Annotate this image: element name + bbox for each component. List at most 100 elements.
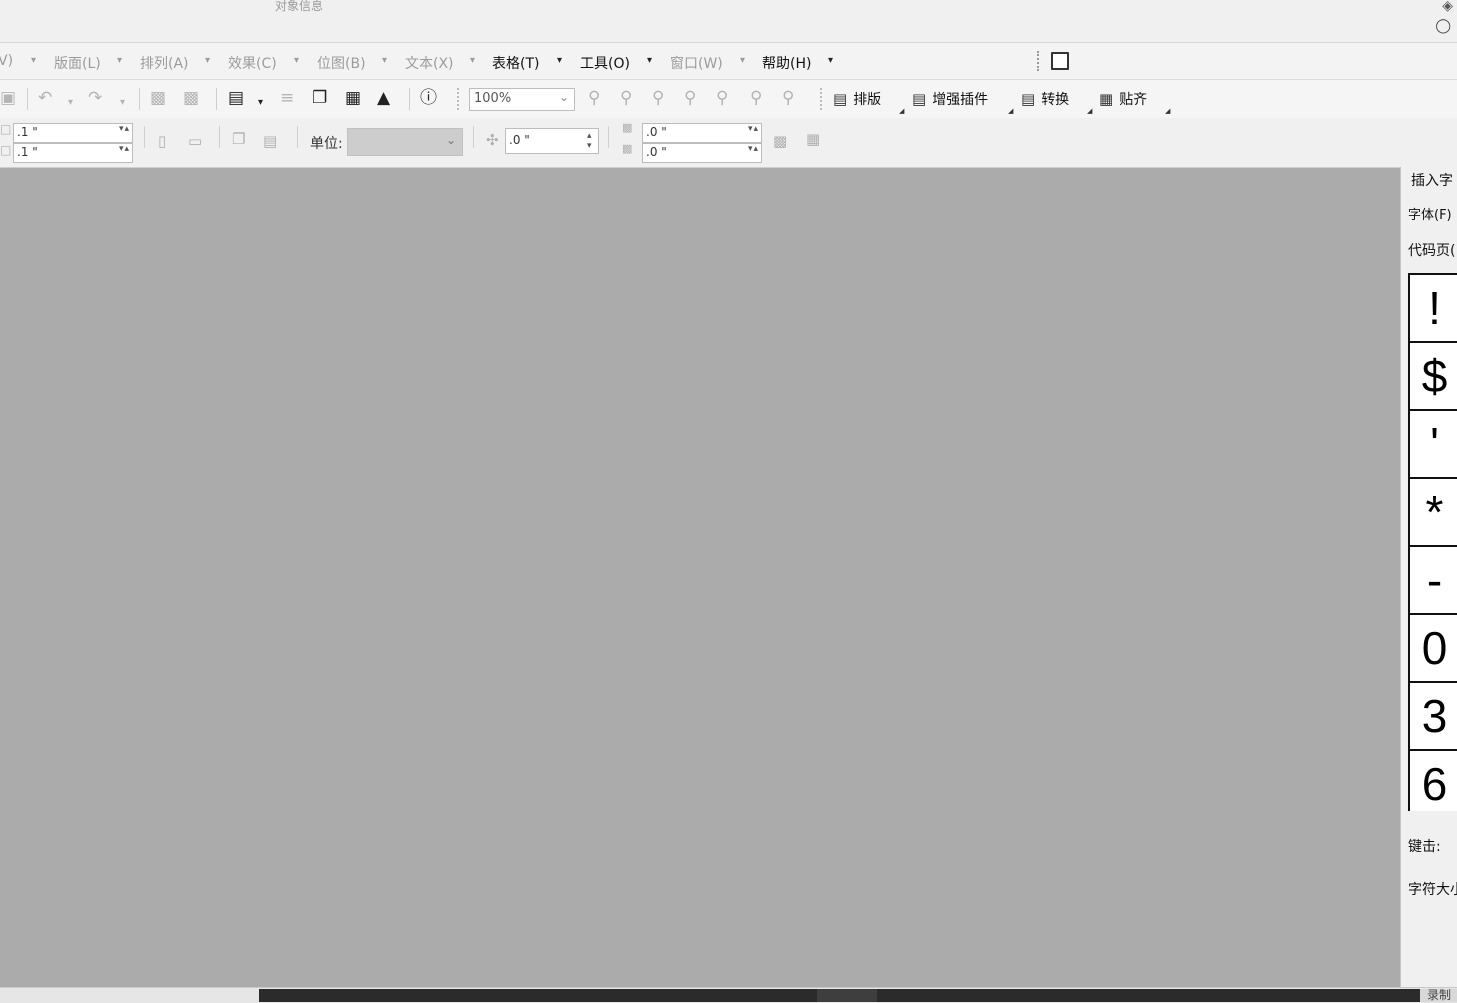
portrait-icon[interactable]: ▯ — [158, 132, 166, 150]
toolbar-separator — [139, 88, 140, 110]
align-icon[interactable]: ≡ — [280, 89, 294, 107]
nudge-spinner-icon[interactable]: ▴ ▾ — [587, 131, 596, 151]
zoom-height-icon[interactable]: ⚲ — [782, 89, 794, 107]
paste-icon[interactable]: ▣ — [0, 89, 16, 107]
enhanced-plugin-label: 增强插件 — [932, 92, 989, 108]
duplicate-x-icon: ▩ — [622, 121, 633, 134]
plugin-icon: ▤ — [912, 90, 927, 108]
all-pages-icon[interactable]: ❐ — [232, 130, 245, 148]
menu-text[interactable]: 文本(X) — [405, 53, 454, 73]
print-dropdown-icon[interactable]: ▾ — [258, 94, 263, 112]
menu-effects[interactable]: 效果(C) — [228, 53, 277, 73]
glyph-cell[interactable]: 0 — [1410, 615, 1457, 683]
menu-view-dropdown-icon[interactable]: ▾ — [31, 55, 36, 66]
menu-help[interactable]: 帮助(H) — [762, 53, 811, 73]
toolbar-separator — [216, 88, 217, 110]
toolbar-grip — [457, 88, 459, 110]
title-strip: 对象信息 ◈ ◯ — [0, 0, 1457, 43]
menu-tools-dropdown-icon[interactable]: ▾ — [647, 55, 652, 66]
glyph-cell[interactable]: $ — [1410, 343, 1457, 411]
menu-window[interactable]: 窗口(W) — [670, 53, 723, 73]
bitmap-icon[interactable]: ▲ — [377, 89, 390, 107]
height-input[interactable]: .1 " ▾▴ — [13, 143, 133, 163]
menu-arrange-dropdown-icon[interactable]: ▾ — [205, 55, 210, 66]
menu-layout[interactable]: 版面(L) — [54, 53, 101, 73]
snap-icon: ▦ — [1099, 90, 1114, 108]
undo-icon[interactable]: ↶ — [38, 89, 52, 107]
menu-layout-dropdown-icon[interactable]: ▾ — [117, 55, 122, 66]
glyph-cell[interactable]: - — [1410, 547, 1457, 615]
object-origin-icon[interactable]: ▩ — [773, 132, 787, 150]
frame-icon[interactable]: ❐ — [312, 89, 327, 107]
menu-table-dropdown-icon[interactable]: ▾ — [557, 55, 562, 66]
corner-marker: ◢ — [899, 107, 905, 115]
glyph-cell[interactable]: * — [1410, 479, 1457, 547]
menu-bitmaps-dropdown-icon[interactable]: ▾ — [382, 55, 387, 66]
glyph-cell[interactable]: ! — [1410, 275, 1457, 343]
print-icon[interactable]: ▤ — [228, 89, 244, 107]
glyph-cell[interactable]: ' — [1410, 411, 1457, 479]
taskbar — [259, 989, 1420, 1002]
landscape-icon[interactable]: ▭ — [188, 132, 202, 150]
zoom-page-icon[interactable]: ⚲ — [716, 89, 728, 107]
current-page-icon[interactable]: ▤ — [263, 132, 277, 150]
docker-tab[interactable]: 插入字 — [1411, 170, 1453, 190]
taskbar-item[interactable] — [817, 989, 877, 1002]
undo-dropdown-icon[interactable]: ▾ — [68, 94, 73, 112]
menu-bitmaps[interactable]: 位图(B) — [317, 53, 366, 73]
record-button[interactable]: 录制 — [1420, 989, 1457, 1002]
zoom-width-icon[interactable]: ⚲ — [750, 89, 762, 107]
duplicate-x-spinner-icon[interactable]: ▾▴ — [748, 124, 759, 134]
drawing-workspace[interactable] — [0, 168, 1400, 987]
menu-table[interactable]: 表格(T) — [492, 53, 539, 73]
import-icon[interactable]: ▩ — [150, 89, 166, 107]
nudge-distance-input[interactable]: .0 " ▴ ▾ — [505, 128, 599, 154]
redo-icon[interactable]: ↷ — [88, 89, 102, 107]
menu-effects-dropdown-icon[interactable]: ▾ — [294, 55, 299, 66]
zoom-out-icon[interactable]: ⚲ — [620, 89, 632, 107]
height-spinner-icon[interactable]: ▾▴ — [119, 144, 130, 154]
layout-button[interactable]: ▤ 排版 — [833, 89, 881, 109]
convert-button-label: 转换 — [1041, 92, 1070, 108]
redo-dropdown-icon[interactable]: ▾ — [120, 94, 125, 112]
snap-button-label: 贴齐 — [1119, 92, 1148, 108]
codepage-label: 代码页( — [1408, 243, 1456, 259]
glyph-grid: ! $ ' * - 0 3 6 — [1408, 273, 1457, 811]
enhanced-plugin-button[interactable]: ▤ 增强插件 — [912, 89, 988, 109]
duplicate-x-input[interactable]: .0 " ▾▴ — [642, 123, 762, 143]
duplicate-y-spinner-icon[interactable]: ▾▴ — [748, 144, 759, 154]
corner-marker: ◢ — [1165, 107, 1171, 115]
toolbar-grip — [820, 88, 822, 110]
menu-tools[interactable]: 工具(O) — [580, 53, 630, 73]
toolbar-separator — [27, 88, 28, 110]
duplicate-y-input[interactable]: .0 " ▾▴ — [642, 143, 762, 163]
unit-select[interactable]: ⌄ — [347, 128, 463, 156]
convert-button[interactable]: ▤ 转换 — [1021, 89, 1069, 109]
unit-label: 单位: — [310, 136, 343, 152]
snap-button[interactable]: ▦ 贴齐 — [1099, 89, 1147, 109]
width-input[interactable]: .1 " ▾▴ — [13, 123, 133, 143]
menu-text-dropdown-icon[interactable]: ▾ — [470, 55, 475, 66]
export-icon[interactable]: ▩ — [183, 89, 199, 107]
standard-toolbar: ▣ ↶ ▾ ↷ ▾ ▩ ▩ ▤ ▾ ≡ ❐ ▦ ▲ ⓘ ⚲ ⚲ ⚲ ⚲ ⚲ ⚲ … — [0, 80, 1457, 119]
paint-bucket-icon[interactable]: ◈ — [1442, 0, 1453, 14]
zoom-in-icon[interactable]: ⚲ — [588, 89, 600, 107]
restore-window-icon[interactable] — [1051, 52, 1069, 70]
chevron-down-icon: ⌄ — [558, 90, 569, 104]
zoom-all-icon[interactable]: ⚲ — [684, 89, 696, 107]
corner-marker: ◢ — [1087, 107, 1093, 115]
glyph-cell[interactable]: 6 — [1410, 751, 1457, 811]
zoom-level-select[interactable]: 100% ⌄ — [469, 88, 575, 111]
scale-icon[interactable]: ▦ — [806, 130, 820, 148]
grid-icon[interactable]: ▦ — [345, 89, 361, 107]
zoom-selected-icon[interactable]: ⚲ — [652, 89, 664, 107]
glyph-cell[interactable]: 3 — [1410, 683, 1457, 751]
menu-window-dropdown-icon[interactable]: ▾ — [740, 55, 745, 66]
nudge-icon: ✣ — [486, 131, 499, 149]
pen-nib-icon[interactable]: ◯ — [1435, 18, 1451, 34]
menu-arrange[interactable]: 排列(A) — [140, 53, 189, 73]
menu-view[interactable]: V) — [0, 53, 13, 69]
menu-help-dropdown-icon[interactable]: ▾ — [828, 55, 833, 66]
info-icon[interactable]: ⓘ — [420, 89, 437, 107]
width-spinner-icon[interactable]: ▾▴ — [119, 124, 130, 134]
